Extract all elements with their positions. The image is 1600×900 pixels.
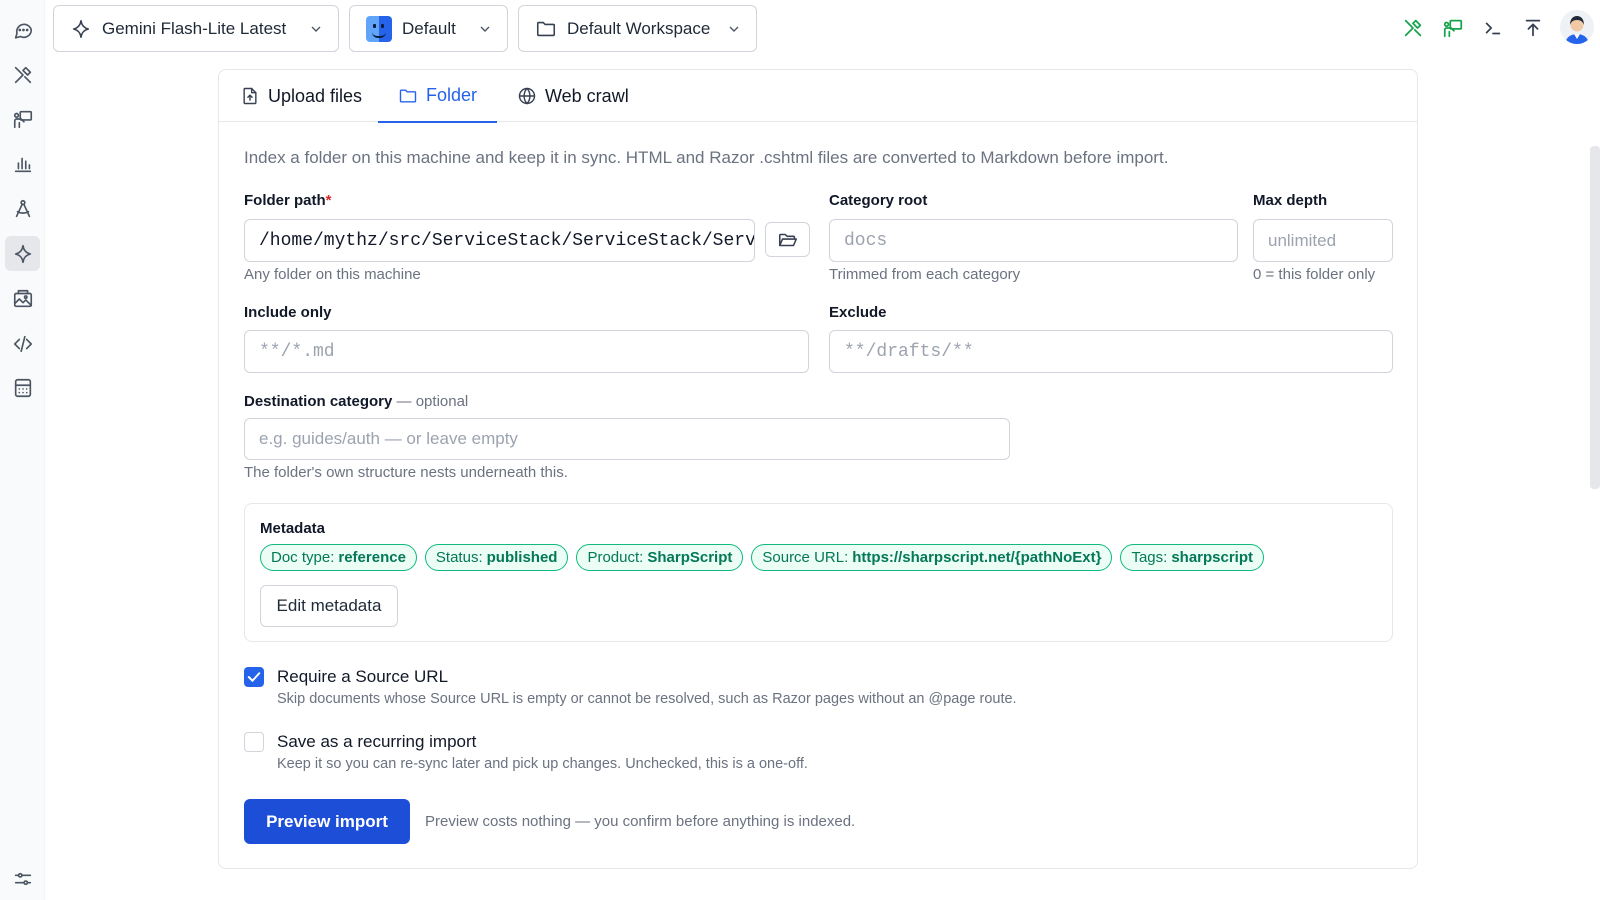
include-only-input[interactable]: **/*.md xyxy=(244,330,809,373)
include-only-label: Include only xyxy=(244,304,332,321)
metadata-chip[interactable]: Source URL: https://sharpscript.net/{path… xyxy=(751,544,1113,571)
recurring-import-help: Keep it so you can re-sync later and pic… xyxy=(277,756,808,772)
browse-folder-button[interactable] xyxy=(765,222,810,257)
tab-label: Folder xyxy=(425,85,478,105)
chevron-down-icon xyxy=(729,26,739,32)
max-depth-input[interactable]: unlimited xyxy=(1253,219,1393,262)
metadata-panel: Metadata Doc type: reference Status: publi… xyxy=(244,503,1393,642)
folder-path-help: Any folder on this machine xyxy=(244,266,421,283)
folder-icon xyxy=(536,21,556,36)
profile-selector[interactable]: Default xyxy=(349,5,508,52)
chat-icon[interactable] xyxy=(5,12,40,47)
edit-metadata-button[interactable]: Edit metadata xyxy=(260,585,398,627)
presentation-icon[interactable] xyxy=(5,101,40,136)
tab-folder[interactable]: Folder xyxy=(378,70,497,123)
destination-help: The folder's own structure nests underne… xyxy=(244,464,568,481)
user-avatar[interactable] xyxy=(1560,10,1594,44)
globe-icon xyxy=(518,87,536,105)
exclude-input[interactable]: **/drafts/** xyxy=(829,330,1393,373)
presentation-icon[interactable] xyxy=(1439,14,1467,42)
destination-label: Destination category — optional xyxy=(244,393,469,410)
require-source-help: Skip documents whose Source URL is empty… xyxy=(277,691,1017,707)
terminal-icon[interactable] xyxy=(1479,14,1507,42)
image-gallery-icon[interactable] xyxy=(5,281,40,316)
category-root-help: Trimmed from each category xyxy=(829,266,1021,283)
sparkle-icon[interactable] xyxy=(5,236,40,271)
folder-open-icon xyxy=(778,233,797,246)
category-root-input[interactable]: docs xyxy=(829,219,1238,262)
folder-path-label: Folder path* xyxy=(244,192,332,209)
import-tabs: Upload files Folder Web crawl xyxy=(219,70,1417,123)
max-depth-help: 0 = this folder only xyxy=(1253,266,1376,283)
max-depth-label: Max depth xyxy=(1253,192,1328,209)
metadata-chip[interactable]: Status: published xyxy=(424,544,569,571)
finder-icon xyxy=(366,15,392,42)
chevron-down-icon xyxy=(311,26,321,32)
tab-web-crawl[interactable]: Web crawl xyxy=(517,70,629,122)
tab-label: Web crawl xyxy=(545,85,629,106)
recurring-import-label: Save as a recurring import xyxy=(277,732,477,751)
tab-upload-files[interactable]: Upload files xyxy=(240,70,362,122)
destination-input[interactable]: e.g. guides/auth — or leave empty xyxy=(244,418,1010,460)
recurring-import-checkbox[interactable] xyxy=(244,732,264,752)
left-sidebar xyxy=(0,0,45,900)
calculator-icon[interactable] xyxy=(5,370,40,405)
folder-path-input[interactable]: /home/mythz/src/ServiceStack/ServiceStac… xyxy=(244,219,755,262)
code-icon[interactable] xyxy=(5,326,40,361)
metadata-chip[interactable]: Doc type: reference xyxy=(260,544,417,571)
metadata-title: Metadata xyxy=(260,520,326,537)
profile-label: Default xyxy=(402,18,456,38)
sliders-icon[interactable] xyxy=(5,861,40,896)
tools-icon[interactable] xyxy=(1399,14,1427,42)
intro-text: Index a folder on this machine and keep … xyxy=(244,148,1169,167)
require-source-label: Require a Source URL xyxy=(277,667,449,686)
compass-icon[interactable] xyxy=(5,191,40,226)
model-selector[interactable]: Gemini Flash-Lite Latest xyxy=(53,5,339,52)
workspace-selector[interactable]: Default Workspace xyxy=(518,5,757,52)
model-label: Gemini Flash-Lite Latest xyxy=(102,18,287,38)
bar-chart-icon[interactable] xyxy=(5,146,40,181)
workspace-label: Default Workspace xyxy=(567,18,711,38)
page-scrollbar[interactable] xyxy=(1590,146,1600,489)
checkmark-icon xyxy=(247,672,261,682)
metadata-chips: Doc type: reference Status: published Prod… xyxy=(260,544,1265,571)
metadata-chip[interactable]: Product: SharpScript xyxy=(576,544,744,571)
preview-note: Preview costs nothing — you confirm befo… xyxy=(425,813,856,830)
folder-icon xyxy=(399,88,417,103)
preview-import-button[interactable]: Preview import xyxy=(244,799,410,844)
file-upload-icon xyxy=(243,87,257,105)
metadata-chip[interactable]: Tags: sharpscript xyxy=(1120,544,1265,571)
category-root-label: Category root xyxy=(829,192,928,209)
tools-icon[interactable] xyxy=(5,57,40,92)
import-card: Upload files Folder Web crawl Index a fo… xyxy=(218,69,1418,869)
chevron-down-icon xyxy=(480,26,490,32)
exclude-label: Exclude xyxy=(829,304,887,321)
tab-label: Upload files xyxy=(268,85,363,106)
require-source-checkbox[interactable] xyxy=(244,667,264,687)
upload-icon[interactable] xyxy=(1519,14,1547,42)
sparkle-icon xyxy=(72,19,90,38)
